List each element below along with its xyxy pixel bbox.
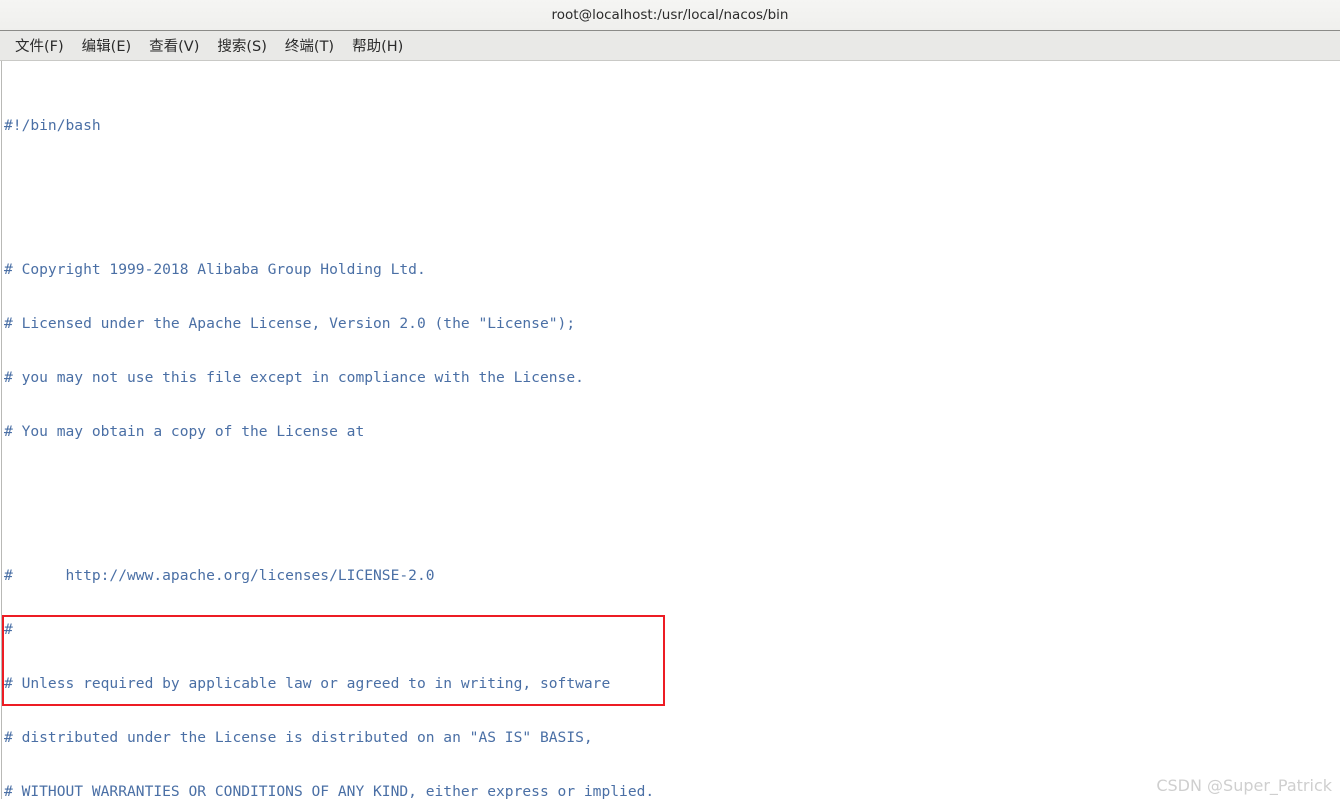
editor-left-border bbox=[1, 61, 2, 799]
window-title: root@localhost:/usr/local/nacos/bin bbox=[551, 7, 789, 23]
window-titlebar: root@localhost:/usr/local/nacos/bin bbox=[0, 0, 1340, 31]
menu-terminal[interactable]: 终端(T) bbox=[276, 33, 343, 58]
watermark-text: CSDN @Super_Patrick bbox=[1156, 776, 1332, 795]
code-line: #!/bin/bash bbox=[4, 117, 812, 135]
code-line: # http://www.apache.org/licenses/LICENSE… bbox=[4, 567, 435, 584]
code-line: # Copyright 1999-2018 Alibaba Group Hold… bbox=[4, 261, 426, 278]
menu-help[interactable]: 帮助(H) bbox=[343, 33, 412, 58]
code-content: #!/bin/bash # Copyright 1999-2018 Alibab… bbox=[4, 63, 812, 799]
editor-pane[interactable]: #!/bin/bash # Copyright 1999-2018 Alibab… bbox=[0, 61, 1340, 799]
code-line: # bbox=[4, 621, 13, 638]
menubar: 文件(F) 编辑(E) 查看(V) 搜索(S) 终端(T) 帮助(H) bbox=[0, 31, 1340, 61]
terminal-window: root@localhost:/usr/local/nacos/bin 文件(F… bbox=[0, 0, 1340, 800]
code-line: # you may not use this file except in co… bbox=[4, 369, 584, 386]
menu-search[interactable]: 搜索(S) bbox=[208, 33, 276, 58]
menu-file[interactable]: 文件(F) bbox=[6, 33, 73, 58]
menu-view[interactable]: 查看(V) bbox=[140, 33, 208, 58]
code-line: # distributed under the License is distr… bbox=[4, 729, 593, 746]
menu-edit[interactable]: 编辑(E) bbox=[73, 33, 140, 58]
code-line: # WITHOUT WARRANTIES OR CONDITIONS OF AN… bbox=[4, 783, 655, 799]
token-hashbang-hash: #! bbox=[4, 117, 22, 134]
code-line: # Unless required by applicable law or a… bbox=[4, 675, 611, 692]
code-line: # Licensed under the Apache License, Ver… bbox=[4, 315, 576, 332]
code-line: # You may obtain a copy of the License a… bbox=[4, 423, 365, 440]
token-hashbang-path: /bin/bash bbox=[21, 117, 101, 134]
